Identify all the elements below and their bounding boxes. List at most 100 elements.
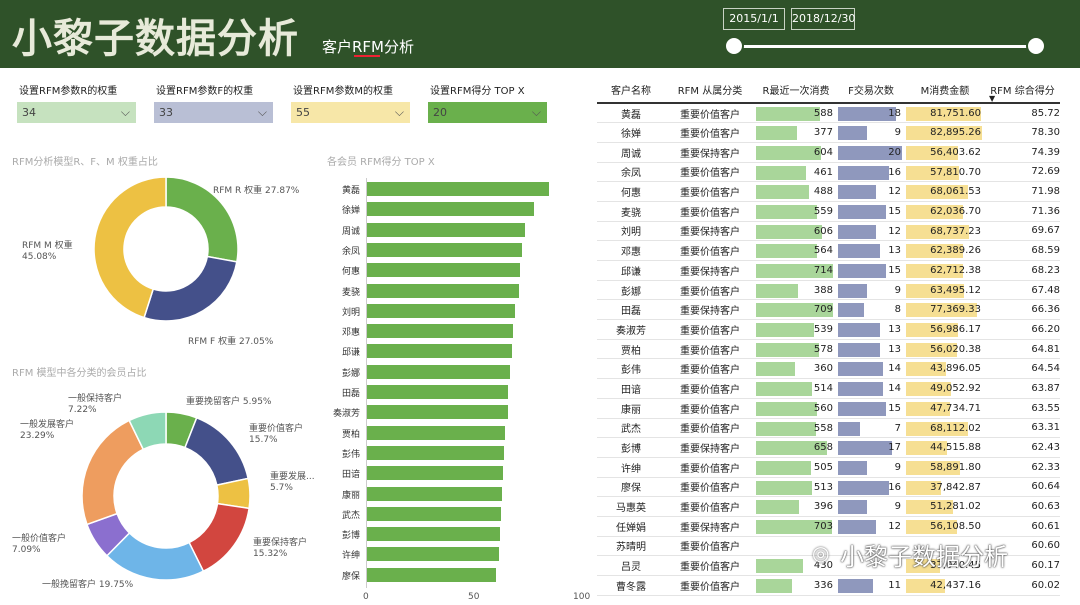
col-header-segment[interactable]: RFM 从属分类 <box>665 77 755 104</box>
col-header-name[interactable]: 客户名称 <box>597 77 665 104</box>
cell-segment: 重要价值客户 <box>665 418 755 439</box>
table-row[interactable]: 何惠 重要价值客户 488 12 68,061.53 71.98 <box>597 181 1060 202</box>
cell-f-value: 12 <box>888 186 901 198</box>
score-bar[interactable] <box>366 486 502 501</box>
table-row[interactable]: 康丽 重要价值客户 560 15 47,734.71 63.55 <box>597 398 1060 419</box>
cell-name: 许绅 <box>597 457 665 478</box>
score-bar[interactable] <box>366 283 519 298</box>
score-bar[interactable] <box>366 385 508 399</box>
table-row[interactable]: 任婵娟 重要保持客户 703 12 56,108.50 60.61 <box>597 516 1060 537</box>
cell-f-bar <box>838 382 883 397</box>
cell-m: 68,737.23 <box>905 221 985 242</box>
segment-label-2: 重要发展... 5.7% <box>270 472 315 493</box>
date-end-input[interactable]: 2018/12/30 <box>791 8 855 30</box>
cell-f: 11 <box>837 575 905 596</box>
score-bar[interactable] <box>366 364 511 379</box>
cell-m: 81,751.60 <box>905 103 985 124</box>
cell-name: 彭博 <box>597 437 665 458</box>
bar-category-label: 余凤 <box>341 246 360 257</box>
table-row[interactable]: 彭娜 重要价值客户 388 9 63,495.12 67.48 <box>597 280 1060 301</box>
table-row[interactable]: 贾柏 重要价值客户 578 13 56,020.38 64.81 <box>597 339 1060 360</box>
cell-m: 42,437.16 <box>905 575 985 596</box>
cell-f: 16 <box>837 162 905 183</box>
f-weight-select[interactable]: 33 ⌵ <box>154 102 273 123</box>
top-x-select[interactable]: 20 ⌵ <box>428 102 547 123</box>
table-row[interactable]: 麦骁 重要价值客户 559 15 62,036.70 71.36 <box>597 201 1060 222</box>
score-bar[interactable] <box>366 242 522 257</box>
cell-segment: 重要保持客户 <box>665 437 755 458</box>
cell-r: 461 <box>755 162 837 183</box>
cell-name: 何惠 <box>597 181 665 202</box>
slider-end-handle[interactable] <box>1026 36 1046 56</box>
table-row[interactable]: 马惠英 重要价值客户 396 9 51,281.02 60.63 <box>597 496 1060 517</box>
table-row[interactable]: 余凤 重要价值客户 461 16 57,810.70 72.69 <box>597 162 1060 183</box>
weights-label-r: RFM R 权重 27.87% <box>213 186 300 196</box>
cell-segment: 重要价值客户 <box>665 477 755 498</box>
table-row[interactable]: 邱谦 重要保持客户 714 15 62,712.38 68.23 <box>597 260 1060 281</box>
table-row[interactable]: 刘明 重要保持客户 606 12 68,737.23 69.67 <box>597 221 1060 242</box>
score-bar[interactable] <box>366 445 505 460</box>
weights-label-m: RFM M 权重 45.08% <box>22 241 73 262</box>
cell-f-bar <box>838 185 877 200</box>
segment-slice-6[interactable] <box>81 419 145 526</box>
slider-start-handle[interactable] <box>724 36 744 56</box>
col-header-m[interactable]: M消费金额 <box>905 77 985 104</box>
table-row[interactable]: 彭博 重要保持客户 658 17 44,515.88 62.43 <box>597 437 1060 458</box>
score-bar[interactable] <box>366 567 496 582</box>
score-bar[interactable] <box>366 182 550 196</box>
table-row[interactable]: 田谙 重要价值客户 514 14 49,052.92 63.87 <box>597 378 1060 399</box>
score-bar[interactable] <box>366 222 526 237</box>
cell-r-bar <box>756 579 793 593</box>
table-row[interactable]: 徐婵 重要价值客户 377 9 82,895.26 78.30 <box>597 122 1060 143</box>
table-row[interactable]: 邓惠 重要价值客户 564 13 62,389.26 68.59 <box>597 240 1060 261</box>
score-bar[interactable] <box>366 202 534 217</box>
table-row[interactable]: 彭伟 重要价值客户 360 14 43,896.05 64.54 <box>597 358 1060 380</box>
cell-r-bar <box>756 480 812 495</box>
col-header-score[interactable]: RFM 综合得分 ▼ <box>985 77 1060 104</box>
table-row[interactable]: 周诚 重要保持客户 604 20 56,403.62 74.39 <box>597 142 1060 163</box>
cell-r: 488 <box>755 181 837 202</box>
score-bar[interactable] <box>366 506 502 521</box>
cell-m: 37,842.87 <box>905 477 985 498</box>
score-bar[interactable] <box>366 425 505 440</box>
score-bar[interactable] <box>366 527 500 542</box>
table-row[interactable]: 田磊 重要保持客户 709 8 77,369.33 66.36 <box>597 299 1060 321</box>
r-weight-select[interactable]: 34 ⌵ <box>17 102 136 123</box>
cell-segment: 重要价值客户 <box>665 536 755 557</box>
segment-label-0: 重要挽留客户 5.95% <box>186 397 272 407</box>
cell-segment: 重要价值客户 <box>665 201 755 222</box>
date-start-input[interactable]: 2015/1/1 <box>723 8 785 30</box>
date-range-slider[interactable] <box>733 45 1038 48</box>
table-row[interactable]: 黄磊 重要价值客户 588 18 81,751.60 85.72 <box>597 103 1060 124</box>
table-row[interactable]: 廖保 重要价值客户 513 16 37,842.87 60.64 <box>597 477 1060 498</box>
table-row[interactable]: 曹冬露 重要价值客户 336 11 42,437.16 60.02 <box>597 575 1060 596</box>
score-bar[interactable] <box>366 547 500 562</box>
m-weight-select[interactable]: 55 ⌵ <box>291 102 410 123</box>
table-row[interactable]: 许绅 重要价值客户 505 9 58,891.80 62.33 <box>597 457 1060 478</box>
cell-r-bar <box>756 421 817 436</box>
score-bar[interactable] <box>366 303 516 318</box>
table-row[interactable]: 奏淑芳 重要价值客户 539 13 56,986.17 66.20 <box>597 319 1060 340</box>
cell-r: 505 <box>755 457 837 478</box>
segment-slice-1[interactable] <box>184 416 250 487</box>
score-bar[interactable] <box>366 263 521 278</box>
col-header-f[interactable]: F交易次数 <box>837 77 905 104</box>
cell-segment: 重要保持客户 <box>665 516 755 537</box>
cell-m-value: 82,895.26 <box>930 127 981 139</box>
cell-segment: 重要价值客户 <box>665 162 755 183</box>
cell-r-value: 560 <box>813 402 833 414</box>
cell-score: 62.43 <box>985 437 1060 458</box>
cell-m: 58,891.80 <box>905 457 985 478</box>
score-bar[interactable] <box>366 405 508 420</box>
weights-slice-1[interactable] <box>143 255 238 322</box>
score-bar[interactable] <box>366 466 503 481</box>
table-row[interactable]: 武杰 重要价值客户 558 7 68,112.02 63.31 <box>597 418 1060 439</box>
score-bar[interactable] <box>366 324 513 339</box>
cell-r: 578 <box>755 339 837 360</box>
cell-score: 63.55 <box>985 398 1060 419</box>
cell-name: 田谙 <box>597 378 665 399</box>
score-bar[interactable] <box>366 344 512 359</box>
sort-desc-icon[interactable]: ▼ <box>989 94 995 103</box>
col-header-r[interactable]: R最近一次消费 <box>755 77 837 104</box>
cell-f: 7 <box>837 418 905 439</box>
